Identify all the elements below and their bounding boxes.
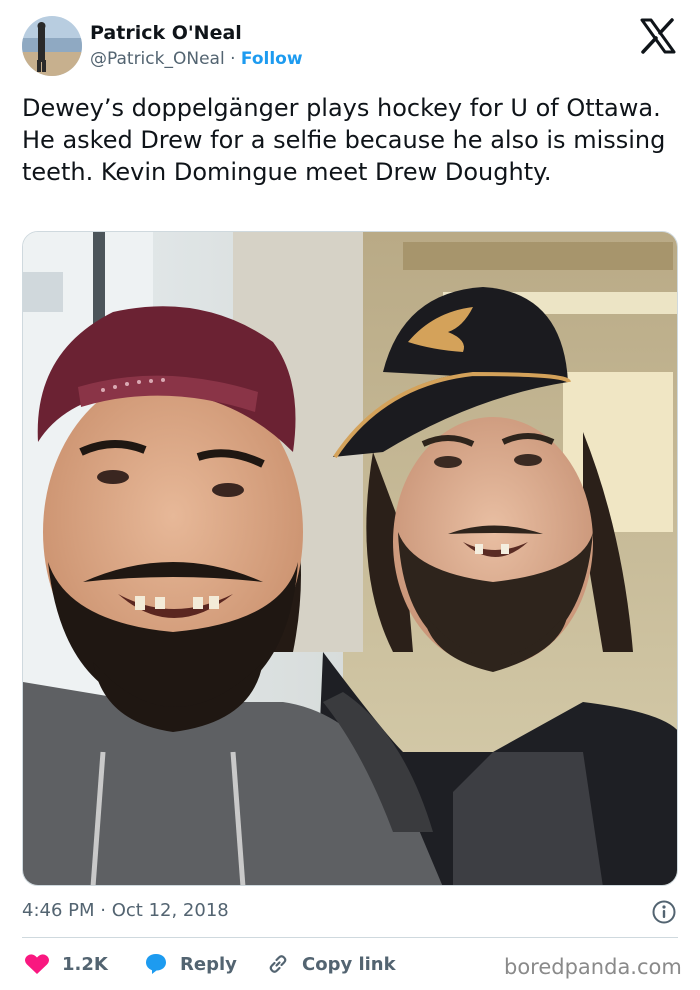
author-meta: @Patrick_ONeal · Follow <box>90 49 303 69</box>
selfie-image <box>23 232 677 885</box>
reply-button[interactable]: Reply <box>144 952 237 976</box>
tweet-timestamp[interactable]: 4:46 PM · Oct 12, 2018 <box>22 900 229 921</box>
info-icon[interactable] <box>651 899 677 925</box>
reply-label: Reply <box>180 953 237 975</box>
avatar[interactable] <box>22 16 82 76</box>
link-icon <box>269 955 287 973</box>
meta-separator: · <box>230 49 236 69</box>
author-handle[interactable]: @Patrick_ONeal <box>90 49 225 69</box>
tweet-date: Oct 12, 2018 <box>111 900 229 921</box>
like-button[interactable]: 1.2K <box>24 952 108 976</box>
tweet-time: 4:46 PM <box>22 900 95 921</box>
author-name[interactable]: Patrick O'Neal <box>90 22 242 44</box>
tweet-photo[interactable] <box>22 231 678 886</box>
timestamp-separator: · <box>100 900 106 921</box>
follow-button[interactable]: Follow <box>241 49 303 69</box>
avatar-photo <box>22 16 82 76</box>
tweet-text: Dewey’s doppelgänger plays hockey for U … <box>22 94 666 186</box>
watermark: boredpanda.com <box>504 955 682 979</box>
x-logo-icon[interactable] <box>638 18 678 54</box>
copy-link-button[interactable]: Copy link <box>266 952 396 976</box>
like-count: 1.2K <box>62 953 108 975</box>
divider <box>22 937 678 938</box>
copy-link-label: Copy link <box>302 953 396 975</box>
heart-icon <box>25 954 49 974</box>
reply-bubble-icon <box>146 954 166 974</box>
